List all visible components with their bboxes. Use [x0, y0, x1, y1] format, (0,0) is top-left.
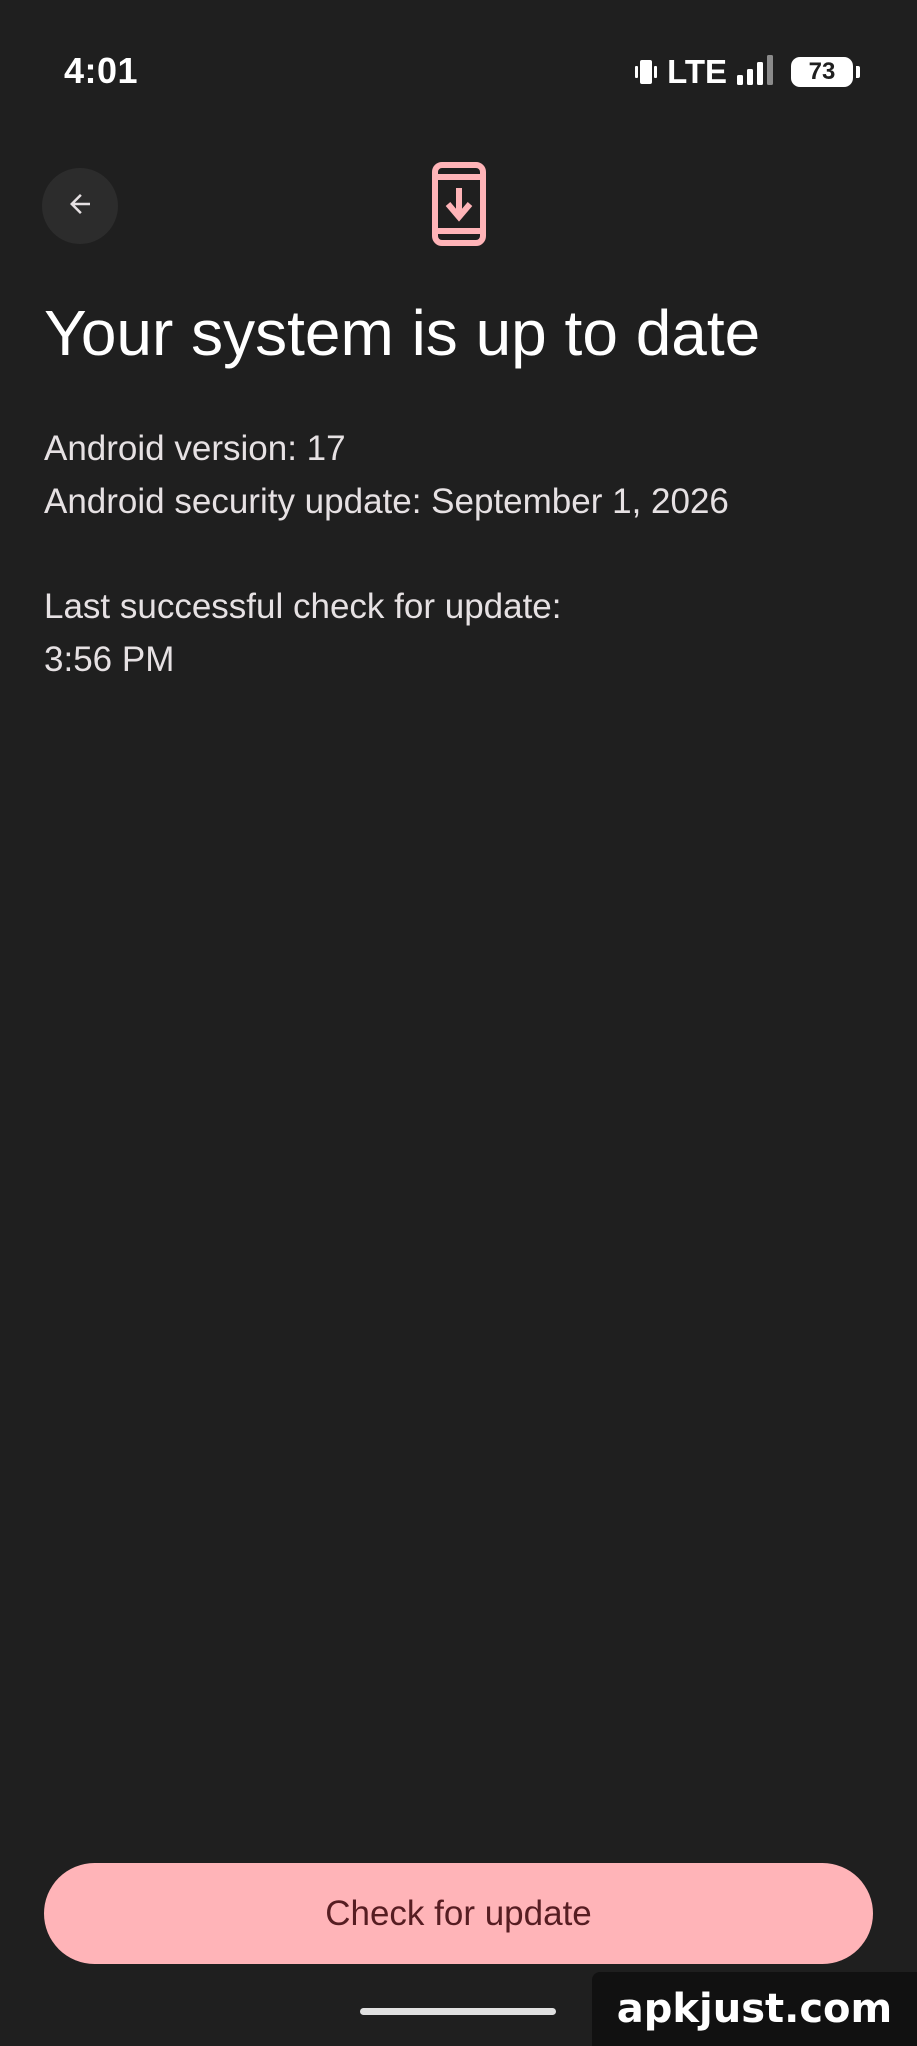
android-version: Android version: 17: [44, 429, 346, 468]
status-icons: LTE 73: [635, 52, 860, 92]
arrow-left-icon: [65, 189, 95, 224]
watermark: apkjust.com: [592, 1972, 917, 2046]
version-info: Android version: 17 Android security upd…: [44, 422, 729, 528]
last-check-label: Last successful check for update:: [44, 587, 562, 626]
page-title: Your system is up to date: [44, 297, 761, 369]
last-check-time: 3:56 PM: [44, 640, 175, 679]
gesture-navigation-bar[interactable]: [360, 2008, 556, 2015]
network-type: LTE: [667, 53, 727, 90]
signal-icon: [737, 54, 777, 90]
last-check-info: Last successful check for update: 3:56 P…: [44, 580, 562, 686]
back-button[interactable]: [42, 168, 118, 244]
security-update: Android security update: September 1, 20…: [44, 482, 729, 521]
vibrate-icon: [635, 58, 658, 86]
status-time: 4:01: [64, 50, 139, 91]
status-bar: 4:01 LTE 73: [0, 0, 917, 140]
battery-icon: 73: [791, 57, 860, 87]
battery-level: 73: [808, 58, 836, 85]
system-update-icon: [432, 162, 486, 246]
check-for-update-button[interactable]: Check for update: [44, 1863, 873, 1964]
